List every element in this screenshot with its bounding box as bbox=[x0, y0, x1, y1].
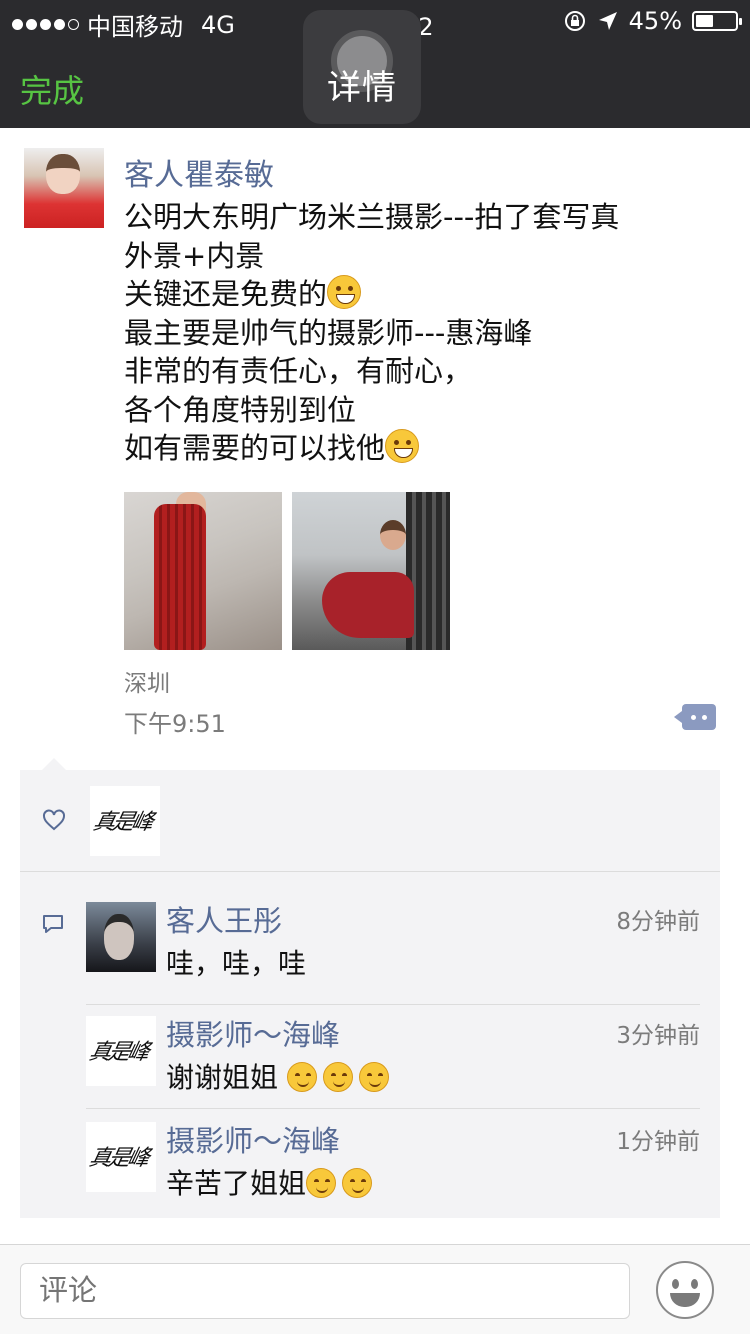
post-photo[interactable] bbox=[292, 492, 450, 650]
more-actions-button[interactable] bbox=[674, 704, 716, 730]
post-line-text: 如有需要的可以找他 bbox=[124, 431, 386, 465]
page-title: 详情 bbox=[327, 68, 397, 108]
post-line: 各个角度特别到位 bbox=[124, 392, 357, 427]
heart-icon bbox=[43, 809, 65, 831]
like-avatar[interactable]: 真是峰 bbox=[90, 786, 160, 856]
smile-emoji-icon bbox=[322, 1062, 353, 1092]
commenter-avatar[interactable]: 真是峰 bbox=[86, 1016, 156, 1086]
comment-time: 8分钟前 bbox=[616, 909, 700, 935]
comment-text-body: 谢谢姐姐 bbox=[166, 1061, 279, 1094]
smile-emoji-icon bbox=[286, 1062, 317, 1092]
big-grin-emoji-icon bbox=[385, 429, 420, 463]
comment-divider bbox=[86, 1108, 700, 1109]
smile-emoji-icon bbox=[342, 1168, 373, 1198]
signature-image: 真是峰 bbox=[86, 1040, 150, 1065]
grin-emoji-icon bbox=[327, 275, 362, 309]
post-line: 如有需要的可以找他 bbox=[124, 429, 724, 468]
comment-text-body: 辛苦了姐姐 bbox=[166, 1167, 307, 1200]
comment-text: 辛苦了姐姐 bbox=[166, 1162, 378, 1202]
post-line: 最主要是帅气的摄影师---惠海峰 bbox=[124, 315, 533, 350]
comment-text: 哇，哇，哇 bbox=[166, 947, 307, 980]
commenter-name[interactable]: 摄影师～海峰 bbox=[166, 1118, 340, 1160]
rotation-lock-icon bbox=[564, 11, 585, 31]
commenter-name[interactable]: 摄影师～海峰 bbox=[166, 1012, 340, 1054]
smile-emoji-icon bbox=[358, 1062, 389, 1092]
post-line: 非常的有责任心，有耐心， bbox=[124, 354, 473, 388]
signature-image: 真是峰 bbox=[86, 1146, 150, 1171]
comment-item[interactable]: 真是峰 摄影师～海峰 3分钟前 谢谢姐姐 bbox=[86, 1016, 700, 1116]
top-bar: 中国移动 4G 下午10:12 45% 完成 详情 bbox=[0, 0, 750, 128]
comment-time: 3分钟前 bbox=[616, 1023, 700, 1049]
comments-panel: 真是峰 客人王彤 8分钟前 哇，哇，哇 真是峰 摄影师～海峰 3分钟前 谢谢姐姐… bbox=[20, 758, 720, 1218]
post-line: 关键还是免费的 bbox=[124, 275, 724, 314]
author-name[interactable]: 客人瞿泰敏 bbox=[124, 150, 274, 194]
done-button[interactable]: 完成 bbox=[20, 66, 84, 112]
commenter-name[interactable]: 客人王彤 bbox=[166, 898, 282, 940]
photo-grid bbox=[124, 492, 450, 650]
commenter-avatar[interactable] bbox=[86, 902, 156, 972]
post-content: 公明大东明广场米兰摄影---拍了套写真 外景+内景 关键还是免费的 最主要是帅气… bbox=[124, 198, 724, 468]
comment-item[interactable]: 客人王彤 8分钟前 哇，哇，哇 bbox=[86, 902, 700, 1005]
likes-row: 真是峰 bbox=[20, 770, 720, 872]
post-time: 下午9:51 bbox=[124, 710, 226, 738]
post-location[interactable]: 深圳 bbox=[124, 664, 170, 698]
comment-input-bar bbox=[0, 1244, 750, 1334]
emoji-button[interactable] bbox=[656, 1261, 714, 1319]
battery-percent: 45% bbox=[628, 7, 682, 35]
post-photo[interactable] bbox=[124, 492, 282, 650]
post-line: 外景+内景 bbox=[124, 238, 265, 273]
comment-input[interactable] bbox=[20, 1263, 630, 1319]
comment-icon bbox=[43, 915, 63, 933]
comment-time: 1分钟前 bbox=[616, 1129, 700, 1155]
battery-icon bbox=[692, 11, 742, 31]
smile-emoji-icon bbox=[306, 1168, 337, 1198]
author-avatar[interactable] bbox=[24, 148, 104, 228]
comment-item[interactable]: 真是峰 摄影师～海峰 1分钟前 辛苦了姐姐 bbox=[86, 1122, 700, 1212]
comment-divider bbox=[86, 1004, 700, 1005]
signature-image: 真是峰 bbox=[90, 810, 154, 835]
post-line-text: 关键还是免费的 bbox=[124, 277, 328, 311]
comment-text: 谢谢姐姐 bbox=[166, 1056, 395, 1096]
location-arrow-icon bbox=[598, 12, 617, 30]
post-line: 公明大东明广场米兰摄影---拍了套写真 bbox=[124, 200, 620, 234]
commenter-avatar[interactable]: 真是峰 bbox=[86, 1122, 156, 1192]
